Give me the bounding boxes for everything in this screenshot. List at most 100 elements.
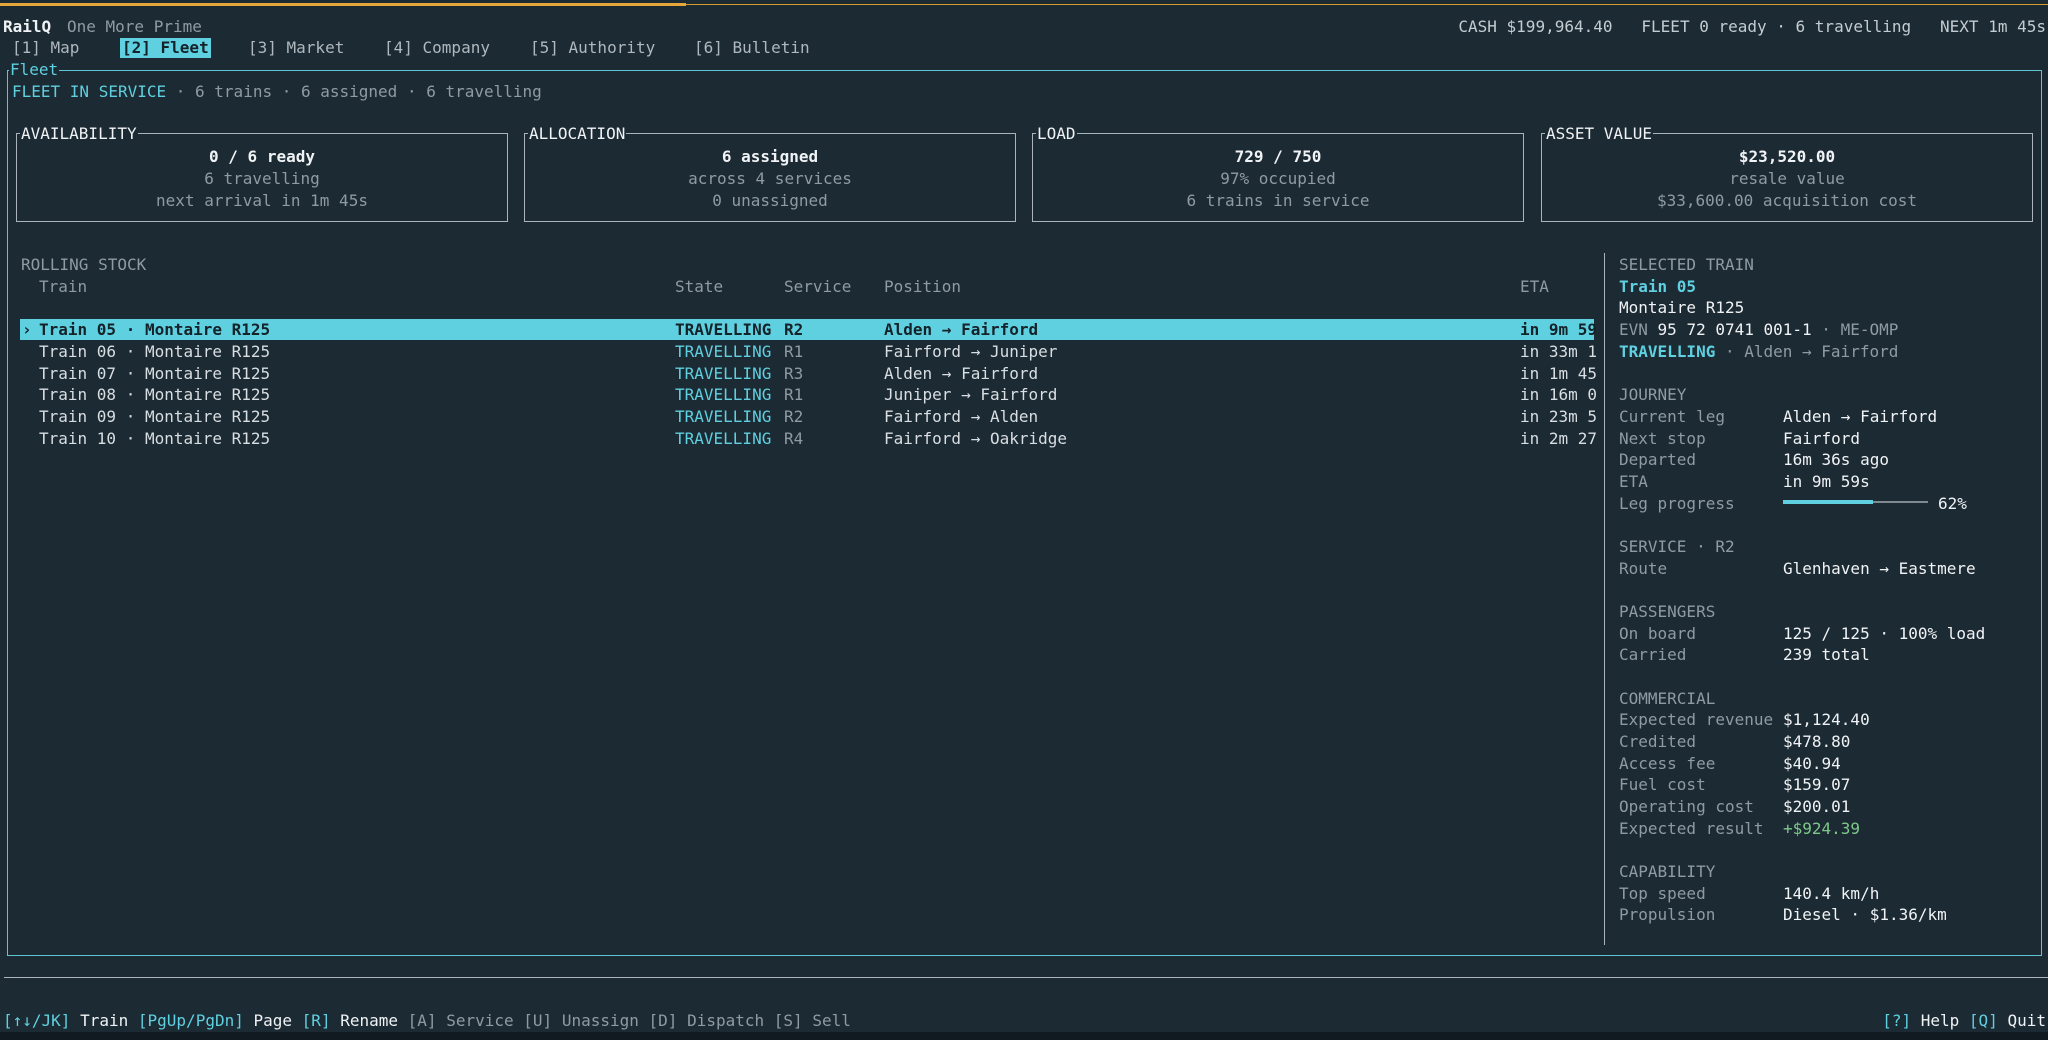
top-progress-fill xyxy=(0,3,686,6)
availability-line1: 0 / 6 ready xyxy=(209,147,315,166)
column-header-train[interactable]: Train xyxy=(39,276,87,298)
table-row[interactable]: Train 06 · Montaire R125 TRAVELLING R1 F… xyxy=(20,341,1597,362)
evn-value: 95 72 0741 001-1 xyxy=(1657,320,1812,339)
row-eta: in 1m 45 xyxy=(1520,364,1598,383)
tab-bulletin[interactable]: [6] Bulletin xyxy=(692,38,812,58)
tab-market[interactable]: [3] Market xyxy=(246,38,346,58)
row-eta: in 9m 59 xyxy=(1520,320,1598,339)
bottom-strip xyxy=(0,1032,2048,1040)
propulsion-label: Propulsion xyxy=(1619,905,1716,924)
selected-train-title: SELECTED TRAIN xyxy=(1619,255,1754,274)
row-position: Fairford → Alden xyxy=(884,407,1039,426)
row-train: Train 06 · Montaire R125 xyxy=(39,342,271,361)
app-name: RailQ xyxy=(3,17,52,36)
key-rename[interactable]: [R] xyxy=(302,1011,331,1030)
on-board-value: 125 / 125 · 100% load xyxy=(1783,624,1986,643)
carried-value: 239 total xyxy=(1783,645,1870,664)
table-row[interactable]: Train 10 · Montaire R125 TRAVELLING R4 F… xyxy=(20,428,1597,449)
key-page[interactable]: [PgUp/PgDn] xyxy=(138,1011,244,1030)
tab-map[interactable]: [1] Map xyxy=(10,38,81,58)
column-header-service[interactable]: Service xyxy=(784,276,851,298)
footer-left: [↑↓/JK] Train [PgUp/PgDn] Page [R] Renam… xyxy=(3,1010,851,1032)
row-train: Train 09 · Montaire R125 xyxy=(39,407,271,426)
expected-revenue-value: $1,124.40 xyxy=(1783,710,1870,729)
carried-label: Carried xyxy=(1619,645,1687,664)
top-speed-value: 140.4 km/h xyxy=(1783,884,1880,903)
row-position: Alden → Fairford xyxy=(884,320,1039,339)
on-board-label: On board xyxy=(1619,624,1697,643)
current-leg-value: Alden → Fairford xyxy=(1783,407,1938,426)
table-row[interactable]: Train 07 · Montaire R125 TRAVELLING R3 A… xyxy=(20,363,1598,384)
next-status: NEXT 1m 45s xyxy=(1940,17,2046,36)
key-quit[interactable]: [Q] xyxy=(1969,1011,1998,1030)
evn-suffix: · ME-OMP xyxy=(1811,320,1899,339)
key-sell[interactable]: [S] xyxy=(774,1011,803,1030)
action-quit: Quit xyxy=(2007,1011,2046,1030)
column-header-position[interactable]: Position xyxy=(884,276,961,298)
tab-company[interactable]: [4] Company xyxy=(382,38,492,58)
row-state: TRAVELLING xyxy=(675,385,772,404)
row-train: Train 10 · Montaire R125 xyxy=(39,429,271,448)
key-service[interactable]: [A] xyxy=(408,1011,437,1030)
leg-progress-value: 62% xyxy=(1938,494,1967,513)
action-unassign: Unassign xyxy=(561,1011,639,1030)
tab-authority[interactable]: [5] Authority xyxy=(528,38,657,58)
key-dispatch[interactable]: [D] xyxy=(649,1011,678,1030)
row-service: R2 xyxy=(784,320,804,339)
route-label: Route xyxy=(1619,559,1668,578)
fleet-status: FLEET 0 ready · 6 travelling xyxy=(1641,17,1912,36)
load-line1: 729 / 750 xyxy=(1234,147,1322,166)
action-rename: Rename xyxy=(340,1011,399,1030)
expected-result-value: +$924.39 xyxy=(1783,819,1861,838)
footer-separator xyxy=(4,977,2048,978)
leg-progress-fill xyxy=(1783,500,1873,504)
row-state: TRAVELLING xyxy=(675,342,772,361)
table-row[interactable]: Train 08 · Montaire R125 TRAVELLING R1 J… xyxy=(20,384,1598,405)
row-service: R1 xyxy=(784,385,804,404)
allocation-title: ALLOCATION xyxy=(528,123,627,145)
row-eta: in 23m 5 xyxy=(1520,407,1598,426)
key-help[interactable]: [?] xyxy=(1882,1011,1911,1030)
allocation-line1: 6 assigned xyxy=(721,147,819,166)
status-summary: CASH $199,964.40 FLEET 0 ready · 6 trave… xyxy=(1458,16,2046,38)
load-title: LOAD xyxy=(1036,123,1077,145)
next-stop-value: Fairford xyxy=(1783,429,1861,448)
asset-value-line2: resale value xyxy=(1729,169,1845,188)
evn-label: EVN xyxy=(1619,320,1648,339)
column-header-state[interactable]: State xyxy=(675,276,723,298)
departed-label: Departed xyxy=(1619,450,1697,469)
table-row[interactable]: Train 09 · Montaire R125 TRAVELLING R2 F… xyxy=(20,406,1598,427)
row-service: R3 xyxy=(784,364,804,383)
selected-train-evn: EVN 95 72 0741 001-1 · ME-OMP xyxy=(1619,319,1898,341)
access-fee-value: $40.94 xyxy=(1783,754,1841,773)
fleet-header: FLEET IN SERVICE · 6 trains · 6 assigned… xyxy=(12,81,542,103)
row-state: TRAVELLING xyxy=(675,364,772,383)
row-state: TRAVELLING xyxy=(675,320,772,339)
load-line3: 6 trains in service xyxy=(1186,191,1370,210)
cash-status: CASH $199,964.40 xyxy=(1458,17,1613,36)
availability-card: AVAILABILITY 0 / 6 ready 6 travelling ne… xyxy=(16,123,508,222)
row-position: Fairford → Oakridge xyxy=(884,429,1068,448)
footer-right: [?] Help [Q] Quit xyxy=(1882,1010,2046,1032)
detail-divider xyxy=(1604,253,1605,945)
action-dispatch: Dispatch xyxy=(687,1011,765,1030)
row-eta: in 16m 0 xyxy=(1520,385,1598,404)
key-train[interactable]: [↑↓/JK] xyxy=(3,1011,70,1030)
row-state: TRAVELLING xyxy=(675,429,772,448)
tab-fleet[interactable]: [2] Fleet xyxy=(120,38,211,58)
key-unassign[interactable]: [U] xyxy=(523,1011,552,1030)
table-row-selected[interactable]: › Train 05 · Montaire R125 TRAVELLING R2… xyxy=(20,319,1598,340)
selected-train-name: Train 05 xyxy=(1619,277,1697,296)
propulsion-value: Diesel · $1.36/km xyxy=(1783,905,1947,924)
next-stop-label: Next stop xyxy=(1619,429,1706,448)
route-value: Glenhaven → Eastmere xyxy=(1783,559,1976,578)
asset-value-line1: $23,520.00 xyxy=(1738,147,1836,166)
availability-title: AVAILABILITY xyxy=(20,123,138,145)
fleet-header-detail: · 6 trains · 6 assigned · 6 travelling xyxy=(166,82,542,101)
operating-cost-label: Operating cost xyxy=(1619,797,1754,816)
fleet-panel-title: Fleet xyxy=(9,59,60,81)
row-service: R2 xyxy=(784,407,804,426)
row-position: Alden → Fairford xyxy=(884,364,1039,383)
column-header-eta[interactable]: ETA xyxy=(1520,276,1549,298)
asset-value-line3: $33,600.00 acquisition cost xyxy=(1656,191,1918,210)
